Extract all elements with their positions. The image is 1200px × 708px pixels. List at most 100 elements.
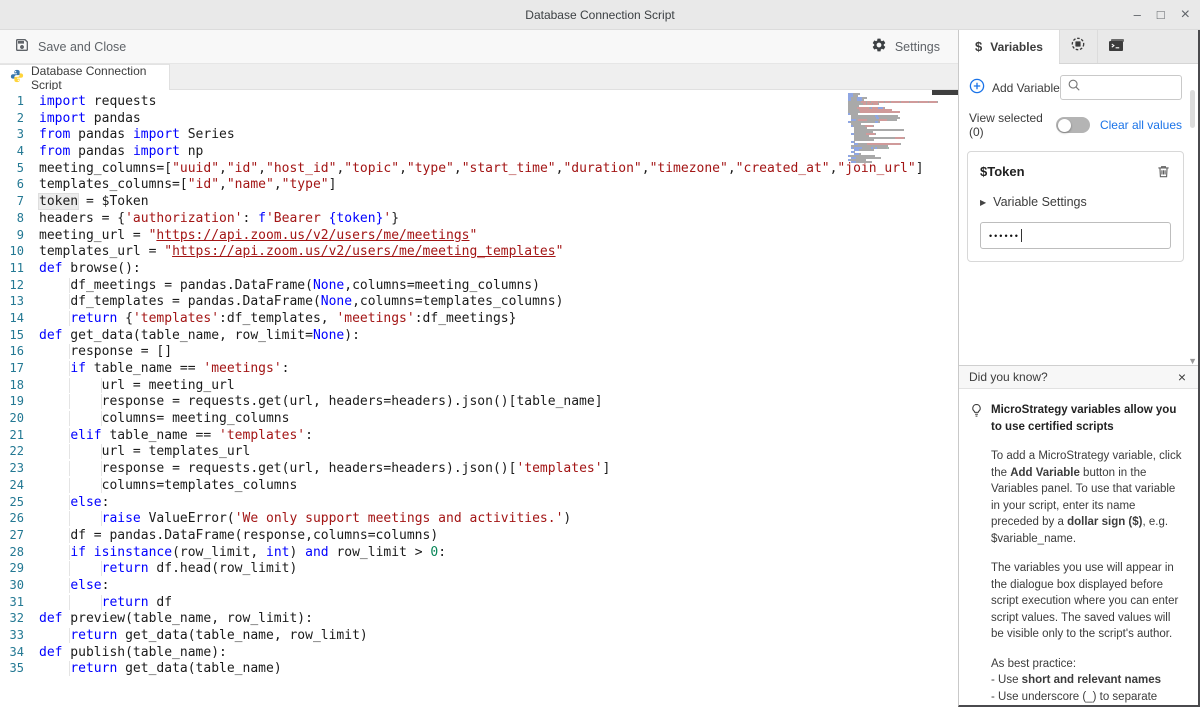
save-and-close-label: Save and Close: [38, 40, 126, 54]
line-number: 9: [0, 227, 24, 244]
variable-settings-toggle[interactable]: ▶ Variable Settings: [980, 195, 1171, 209]
scrollbar-thumb[interactable]: [1190, 90, 1195, 128]
code-line[interactable]: 30 else:: [0, 577, 958, 594]
search-box[interactable]: [1060, 75, 1182, 100]
code-line[interactable]: 35 return get_data(table_name): [0, 660, 958, 677]
code-line[interactable]: 25 else:: [0, 494, 958, 511]
code-line[interactable]: 14 return {'templates':df_templates, 'me…: [0, 310, 958, 327]
code-text: from pandas import Series: [39, 127, 235, 142]
code-line[interactable]: 10templates_url = "https://api.zoom.us/v…: [0, 243, 958, 260]
clear-all-values-link[interactable]: Clear all values: [1100, 118, 1182, 132]
panel-scrollbar[interactable]: ▼: [1186, 64, 1198, 368]
code-text: if table_name == 'meetings':: [39, 361, 289, 376]
code-line[interactable]: 33 return get_data(table_name, row_limit…: [0, 627, 958, 644]
code-text: response = []: [39, 344, 172, 359]
code-editor[interactable]: 1import requests2import pandas3 from pand…: [0, 90, 958, 707]
code-text: df_meetings = pandas.DataFrame(None,colu…: [39, 278, 540, 293]
line-number: 20: [0, 410, 24, 427]
masked-value: ••••••: [989, 231, 1020, 241]
dyk-tip-title: MicroStrategy variables allow you to use…: [991, 402, 1184, 435]
code-line[interactable]: 4from pandas import np: [0, 143, 958, 160]
did-you-know-panel: Did you know? × MicroStrategy variables …: [959, 365, 1198, 705]
code-text: else:: [39, 495, 109, 510]
close-button[interactable]: ×: [1181, 0, 1190, 30]
code-line[interactable]: 28 if isinstance(row_limit, int) and row…: [0, 544, 958, 561]
code-line[interactable]: 31 return df: [0, 594, 958, 611]
code-line[interactable]: 29 return df.head(row_limit): [0, 560, 958, 577]
editor-scrollbar-thumb[interactable]: [932, 90, 958, 95]
search-input[interactable]: [1085, 81, 1175, 95]
code-text: else:: [39, 578, 109, 593]
code-line[interactable]: 26 raise ValueError('We only support mee…: [0, 510, 958, 527]
plus-circle-icon: [969, 78, 985, 97]
code-text: url = templates_url: [39, 444, 250, 459]
line-number: 14: [0, 310, 24, 327]
add-variable-button[interactable]: Add Variable: [969, 78, 1060, 97]
code-line[interactable]: 21 elif table_name == 'templates':: [0, 427, 958, 444]
line-number: 27: [0, 527, 24, 544]
line-number: 17: [0, 360, 24, 377]
minimize-button[interactable]: –: [1134, 0, 1141, 30]
tab-variables[interactable]: $ Variables: [959, 30, 1059, 63]
code-text: def publish(table_name):: [39, 645, 227, 660]
view-selected-label: View selected (0): [969, 111, 1048, 139]
code-line[interactable]: 24 columns=templates_columns: [0, 477, 958, 494]
code-text: def get_data(table_name, row_limit=None)…: [39, 328, 360, 343]
view-selected-toggle[interactable]: [1056, 117, 1090, 133]
maximize-button[interactable]: □: [1157, 0, 1165, 30]
dyk-paragraph: To add a MicroStrategy variable, click t…: [991, 448, 1184, 547]
dyk-best-practice-line: - Use underscore (_) to separate words: [991, 689, 1184, 706]
code-line[interactable]: 11def browse():: [0, 260, 958, 277]
code-line[interactable]: 13 df_templates = pandas.DataFrame(None,…: [0, 293, 958, 310]
code-line[interactable]: 34def publish(table_name):: [0, 644, 958, 661]
delete-variable-button[interactable]: [1156, 164, 1171, 182]
code-line[interactable]: 32def preview(table_name, row_limit):: [0, 610, 958, 627]
code-line[interactable]: 27 df = pandas.DataFrame(response,column…: [0, 527, 958, 544]
code-text: return df: [39, 595, 172, 610]
code-line[interactable]: 15def get_data(table_name, row_limit=Non…: [0, 327, 958, 344]
code-line[interactable]: 3 from pandas import Series: [0, 126, 958, 143]
save-and-close-button[interactable]: Save and Close: [14, 37, 126, 56]
code-text: response = requests.get(url, headers=hea…: [39, 394, 603, 409]
code-line[interactable]: 17 if table_name == 'meetings':: [0, 360, 958, 377]
code-text: columns=templates_columns: [39, 478, 297, 493]
dyk-title: Did you know?: [969, 370, 1048, 384]
lightbulb-icon: [969, 403, 984, 705]
line-number: 31: [0, 594, 24, 611]
variable-value-input[interactable]: ••••••: [980, 222, 1171, 249]
panel-body: Add Variable View selected (0) Clear all…: [959, 64, 1198, 705]
line-number: 19: [0, 393, 24, 410]
code-line[interactable]: 16 response = []: [0, 343, 958, 360]
variables-panel: $ Variables: [958, 30, 1200, 707]
code-line[interactable]: 18 url = meeting_url: [0, 377, 958, 394]
code-line[interactable]: 22 url = templates_url: [0, 443, 958, 460]
trash-icon: [1156, 167, 1171, 182]
toolbar: Save and Close Settings: [0, 30, 958, 64]
code-line[interactable]: 6templates_columns=["id","name","type"]: [0, 176, 958, 193]
code-text: def preview(table_name, row_limit):: [39, 611, 313, 626]
code-line[interactable]: 12 df_meetings = pandas.DataFrame(None,c…: [0, 277, 958, 294]
tab-console[interactable]: [1097, 30, 1135, 63]
code-line[interactable]: 9meeting_url = "https://api.zoom.us/v2/u…: [0, 227, 958, 244]
line-number: 22: [0, 443, 24, 460]
code-line[interactable]: 19 response = requests.get(url, headers=…: [0, 393, 958, 410]
code-line[interactable]: 8headers = {'authorization': f'Bearer {t…: [0, 210, 958, 227]
code-line[interactable]: 2import pandas: [0, 110, 958, 127]
tab-packages[interactable]: [1059, 30, 1097, 63]
line-number: 3: [0, 126, 24, 143]
code-line[interactable]: 1import requests: [0, 93, 958, 110]
code-line[interactable]: 5meeting_columns=["uuid","id","host_id",…: [0, 160, 958, 177]
code-text: from pandas import np: [39, 144, 203, 159]
dyk-best-practice: As best practice:- Use short and relevan…: [991, 656, 1184, 706]
code-line[interactable]: 20 columns= meeting_columns: [0, 410, 958, 427]
settings-button[interactable]: Settings: [871, 37, 940, 56]
scroll-down-icon[interactable]: ▼: [1188, 356, 1197, 366]
code-line[interactable]: 7token = $Token: [0, 193, 958, 210]
code-line[interactable]: 23 response = requests.get(url, headers=…: [0, 460, 958, 477]
save-icon: [14, 37, 30, 56]
panel-tab-bar: $ Variables: [959, 30, 1198, 64]
editor-tab[interactable]: Database Connection Script: [0, 64, 170, 90]
line-number: 29: [0, 560, 24, 577]
minimap[interactable]: [848, 93, 941, 163]
dyk-close-button[interactable]: ×: [1178, 369, 1186, 385]
